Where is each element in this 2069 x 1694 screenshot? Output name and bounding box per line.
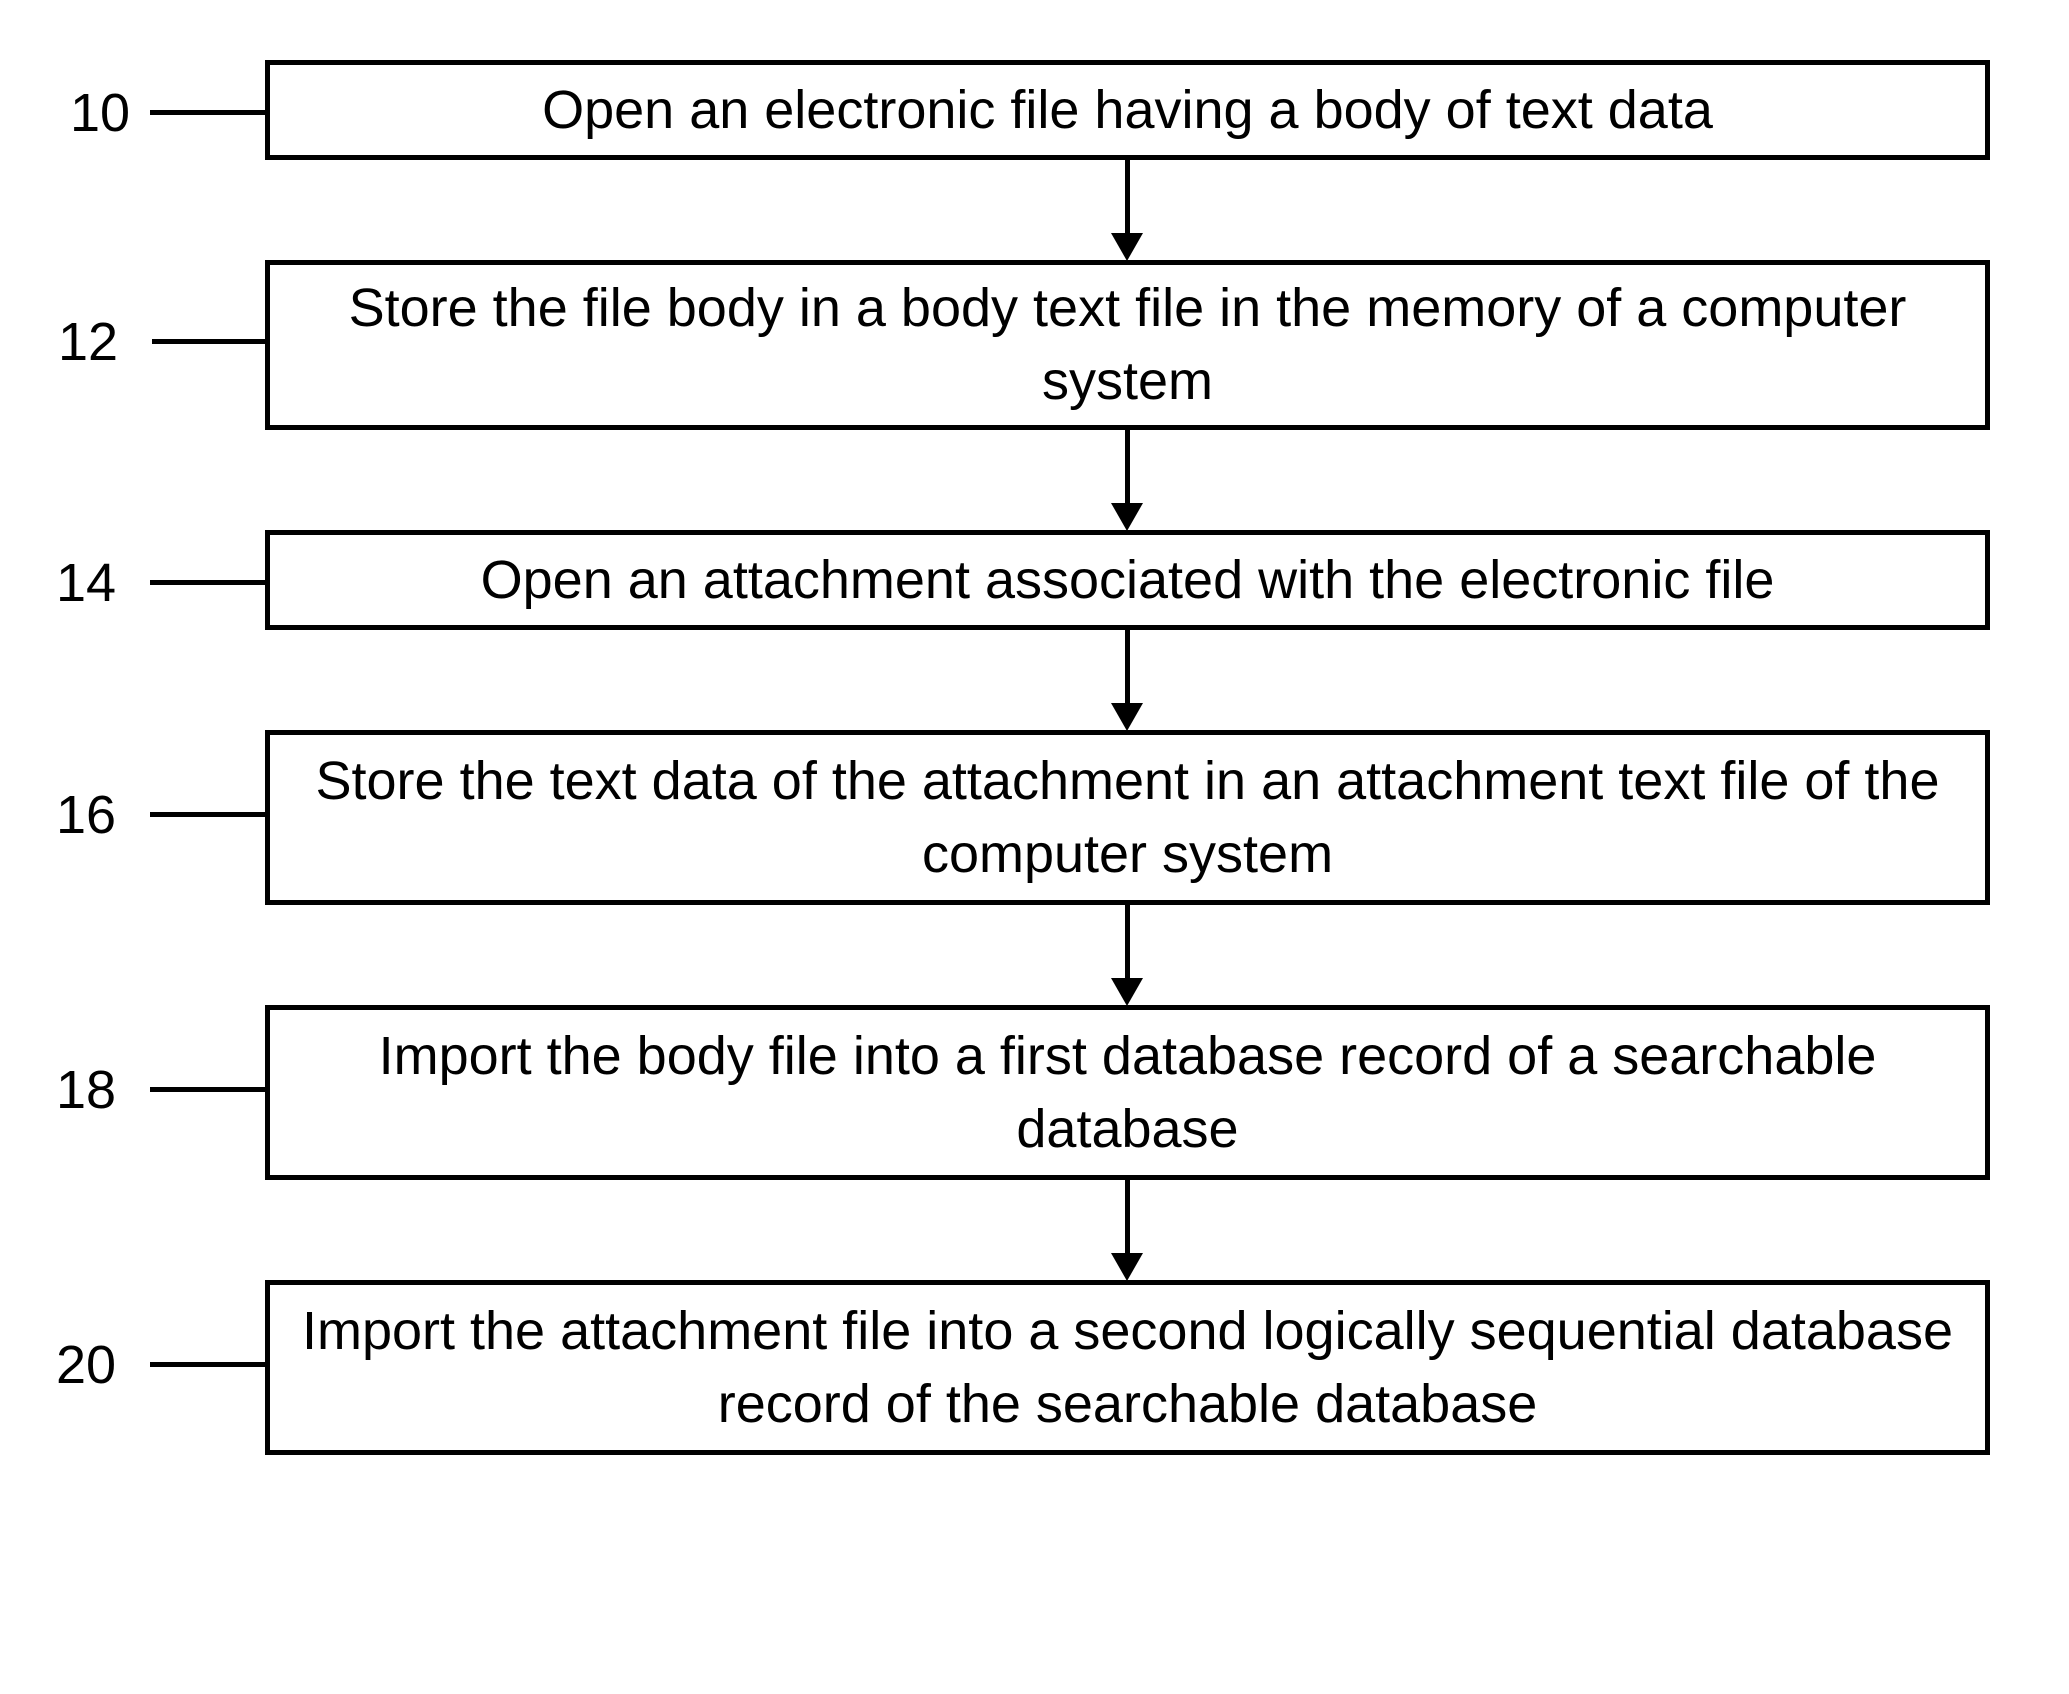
arrow-14-16 <box>1125 630 1130 705</box>
step-text-20: Import the attachment file into a second… <box>300 1295 1955 1441</box>
arrow-12-14 <box>1125 430 1130 505</box>
step-box-18: Import the body file into a first databa… <box>265 1005 1990 1180</box>
step-text-12: Store the file body in a body text file … <box>300 272 1955 418</box>
label-line-10 <box>150 110 270 115</box>
label-line-18 <box>150 1087 270 1092</box>
step-box-14: Open an attachment associated with the e… <box>265 530 1990 630</box>
arrowhead-10-12 <box>1111 233 1143 261</box>
arrow-10-12 <box>1125 160 1130 235</box>
step-box-10: Open an electronic file having a body of… <box>265 60 1990 160</box>
step-text-16: Store the text data of the attachment in… <box>300 745 1955 891</box>
step-label-20: 20 <box>56 1338 116 1392</box>
arrowhead-14-16 <box>1111 703 1143 731</box>
label-line-12 <box>152 339 270 344</box>
step-box-16: Store the text data of the attachment in… <box>265 730 1990 905</box>
step-label-12: 12 <box>58 315 118 369</box>
flowchart: 10 Open an electronic file having a body… <box>0 0 2069 1694</box>
label-line-20 <box>150 1362 270 1367</box>
step-label-16: 16 <box>56 788 116 842</box>
arrowhead-18-20 <box>1111 1253 1143 1281</box>
step-box-20: Import the attachment file into a second… <box>265 1280 1990 1455</box>
step-text-14: Open an attachment associated with the e… <box>481 544 1775 617</box>
arrowhead-16-18 <box>1111 978 1143 1006</box>
step-text-18: Import the body file into a first databa… <box>300 1020 1955 1166</box>
arrowhead-12-14 <box>1111 503 1143 531</box>
label-line-16 <box>150 812 270 817</box>
step-label-14: 14 <box>56 556 116 610</box>
arrow-18-20 <box>1125 1180 1130 1255</box>
arrow-16-18 <box>1125 905 1130 980</box>
step-box-12: Store the file body in a body text file … <box>265 260 1990 430</box>
step-label-18: 18 <box>56 1063 116 1117</box>
step-label-10: 10 <box>70 86 130 140</box>
label-line-14 <box>150 580 270 585</box>
step-text-10: Open an electronic file having a body of… <box>542 74 1713 147</box>
